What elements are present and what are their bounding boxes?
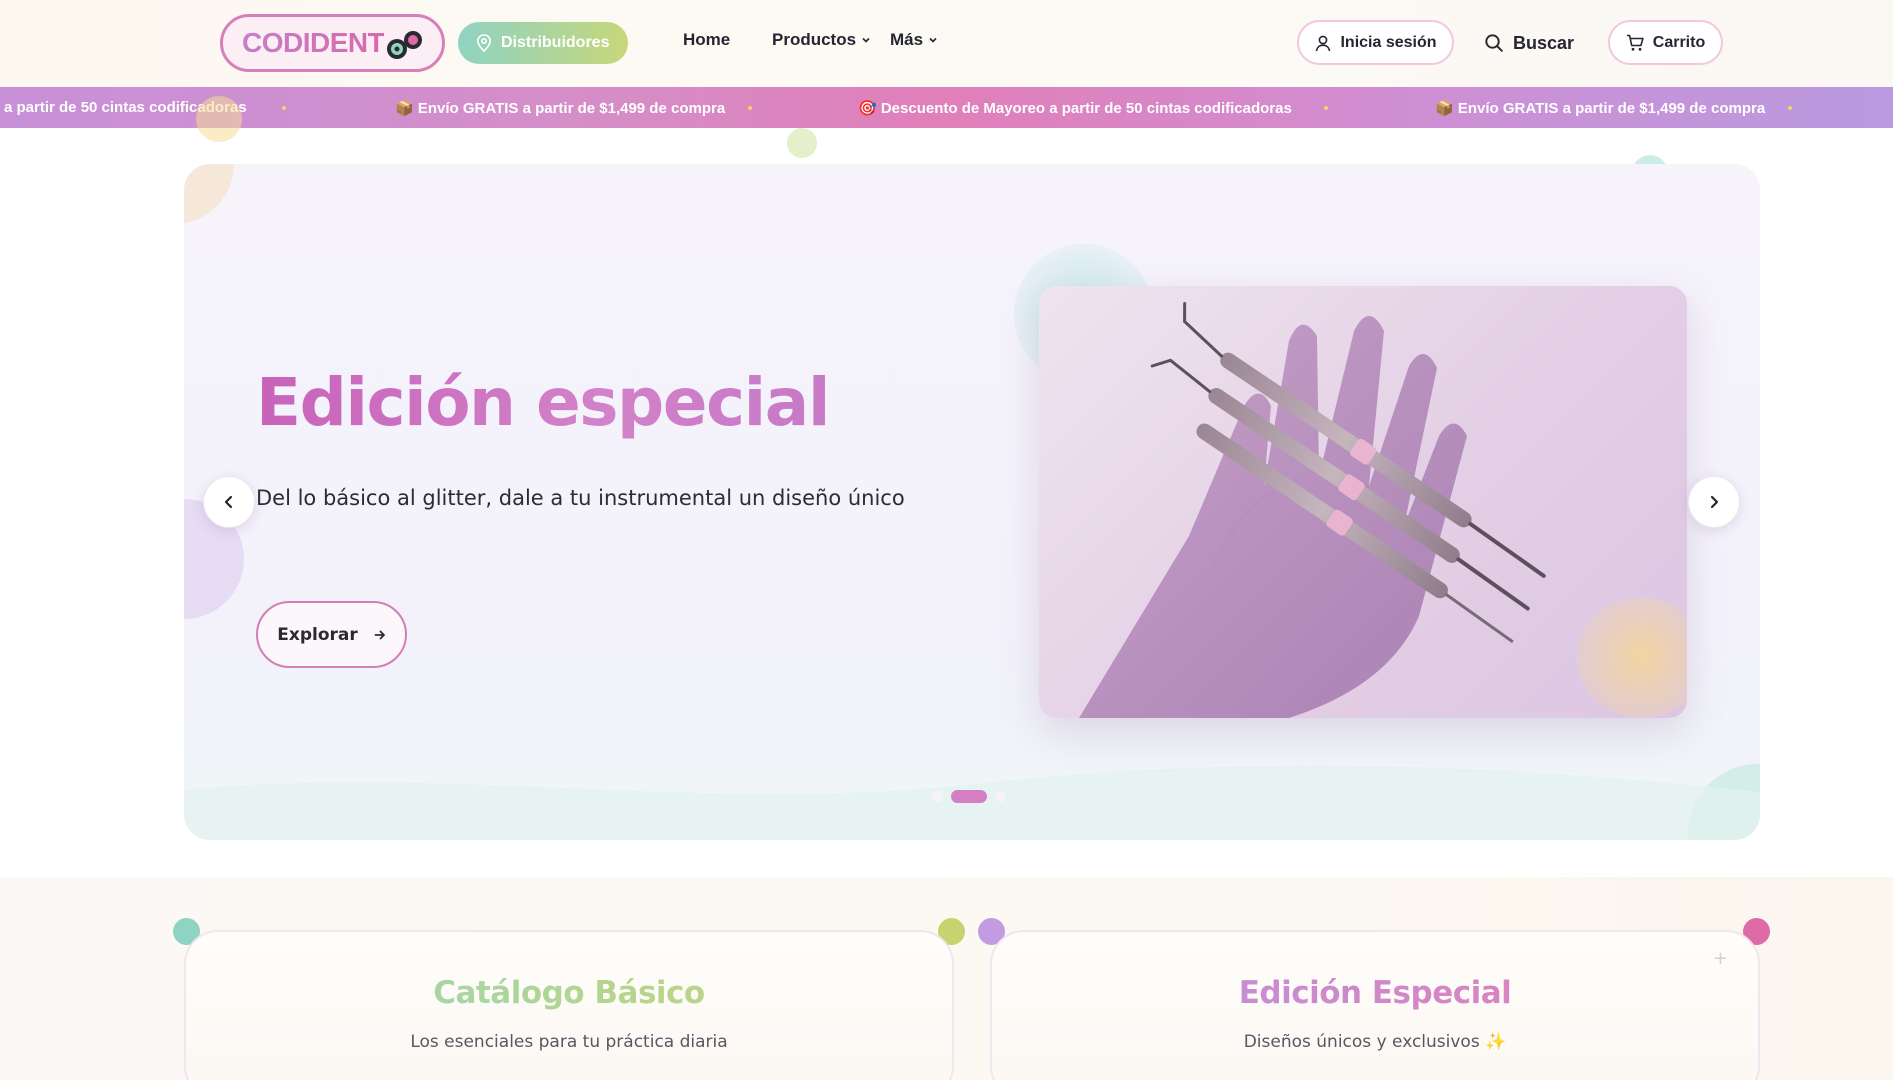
- nav-more-label: Más: [890, 30, 924, 49]
- ticker-separator: [1788, 106, 1792, 110]
- hero-carousel: Edición especial Del lo básico al glitte…: [184, 164, 1760, 840]
- sparkle-icon: +: [1712, 948, 1728, 969]
- user-icon: [1316, 35, 1331, 51]
- cart-label: Carrito: [1652, 33, 1706, 51]
- explore-button[interactable]: Explorar: [256, 601, 407, 668]
- chevron-down-icon: [929, 37, 937, 43]
- ticker-separator: [748, 106, 752, 110]
- logo[interactable]: CODIDENT: [220, 14, 445, 72]
- category-subtitle: Los esenciales para tu práctica diaria: [410, 1032, 728, 1052]
- decorative-bubble: [787, 128, 817, 158]
- search-icon: [1485, 34, 1503, 52]
- login-label: Inicia sesión: [1340, 33, 1437, 51]
- hero-subtitle: Del lo básico al glitter, dale a tu inst…: [256, 486, 905, 510]
- category-card-basic[interactable]: Catálogo Básico Los esenciales para tu p…: [184, 930, 954, 1080]
- cart-button[interactable]: Carrito: [1608, 20, 1723, 65]
- distributors-button[interactable]: Distribuidores: [458, 22, 628, 64]
- carousel-next-button[interactable]: [1688, 476, 1740, 528]
- search-label: Buscar: [1513, 32, 1575, 53]
- login-button[interactable]: Inicia sesión: [1297, 20, 1454, 65]
- category-card-special[interactable]: + Edición Especial Diseños únicos y excl…: [990, 930, 1760, 1080]
- promo-ticker: a partir de 50 cintas codificadoras 📦 En…: [0, 87, 1893, 128]
- distributors-label: Distribuidores: [501, 34, 610, 51]
- ticker-item: 🎯 Descuento de Mayoreo a partir de 50 ci…: [858, 100, 1292, 117]
- nav-home[interactable]: Home: [683, 30, 730, 50]
- ticker-separator: [1324, 106, 1328, 110]
- decorative-bubble: [184, 164, 234, 224]
- chevron-left-icon: [224, 495, 233, 509]
- nav-home-label: Home: [683, 30, 731, 49]
- ticker-separator: [282, 106, 286, 110]
- ticker-item: 📦 Envío GRATIS a partir de $1,499 de com…: [1435, 100, 1766, 117]
- carousel-dot[interactable]: [932, 791, 943, 802]
- carousel-dot[interactable]: [995, 791, 1006, 802]
- category-title: Edición Especial: [992, 975, 1758, 1011]
- ticker-item: 📦 Envío GRATIS a partir de $1,499 de com…: [395, 100, 726, 117]
- carousel-dot-active[interactable]: [951, 790, 987, 803]
- logo-text: CODIDENT: [242, 27, 385, 58]
- category-subtitle: Diseños únicos y exclusivos ✨: [1243, 1032, 1507, 1052]
- location-pin-icon: [476, 34, 492, 52]
- cart-icon: [1626, 34, 1644, 51]
- arrow-right-icon: [374, 630, 385, 639]
- nav-products-label: Productos: [772, 30, 857, 49]
- site-header: CODIDENT Distribuidores Home Productos M…: [0, 0, 1893, 87]
- carousel-indicators: [932, 790, 1006, 803]
- hero-title: Edición especial: [256, 364, 830, 441]
- search-button[interactable]: Buscar: [1484, 28, 1574, 58]
- category-title: Catálogo Básico: [186, 975, 952, 1011]
- decorative-bubble: [196, 96, 242, 142]
- carousel-prev-button[interactable]: [203, 476, 255, 528]
- chevron-right-icon: [1710, 495, 1719, 509]
- nav-products[interactable]: Productos: [772, 30, 872, 50]
- hero-image: [1039, 286, 1687, 718]
- nav-more[interactable]: Más: [890, 30, 939, 50]
- logo-mark-icon: [387, 31, 422, 59]
- explore-label: Explorar: [277, 624, 358, 645]
- chevron-down-icon: [862, 37, 870, 43]
